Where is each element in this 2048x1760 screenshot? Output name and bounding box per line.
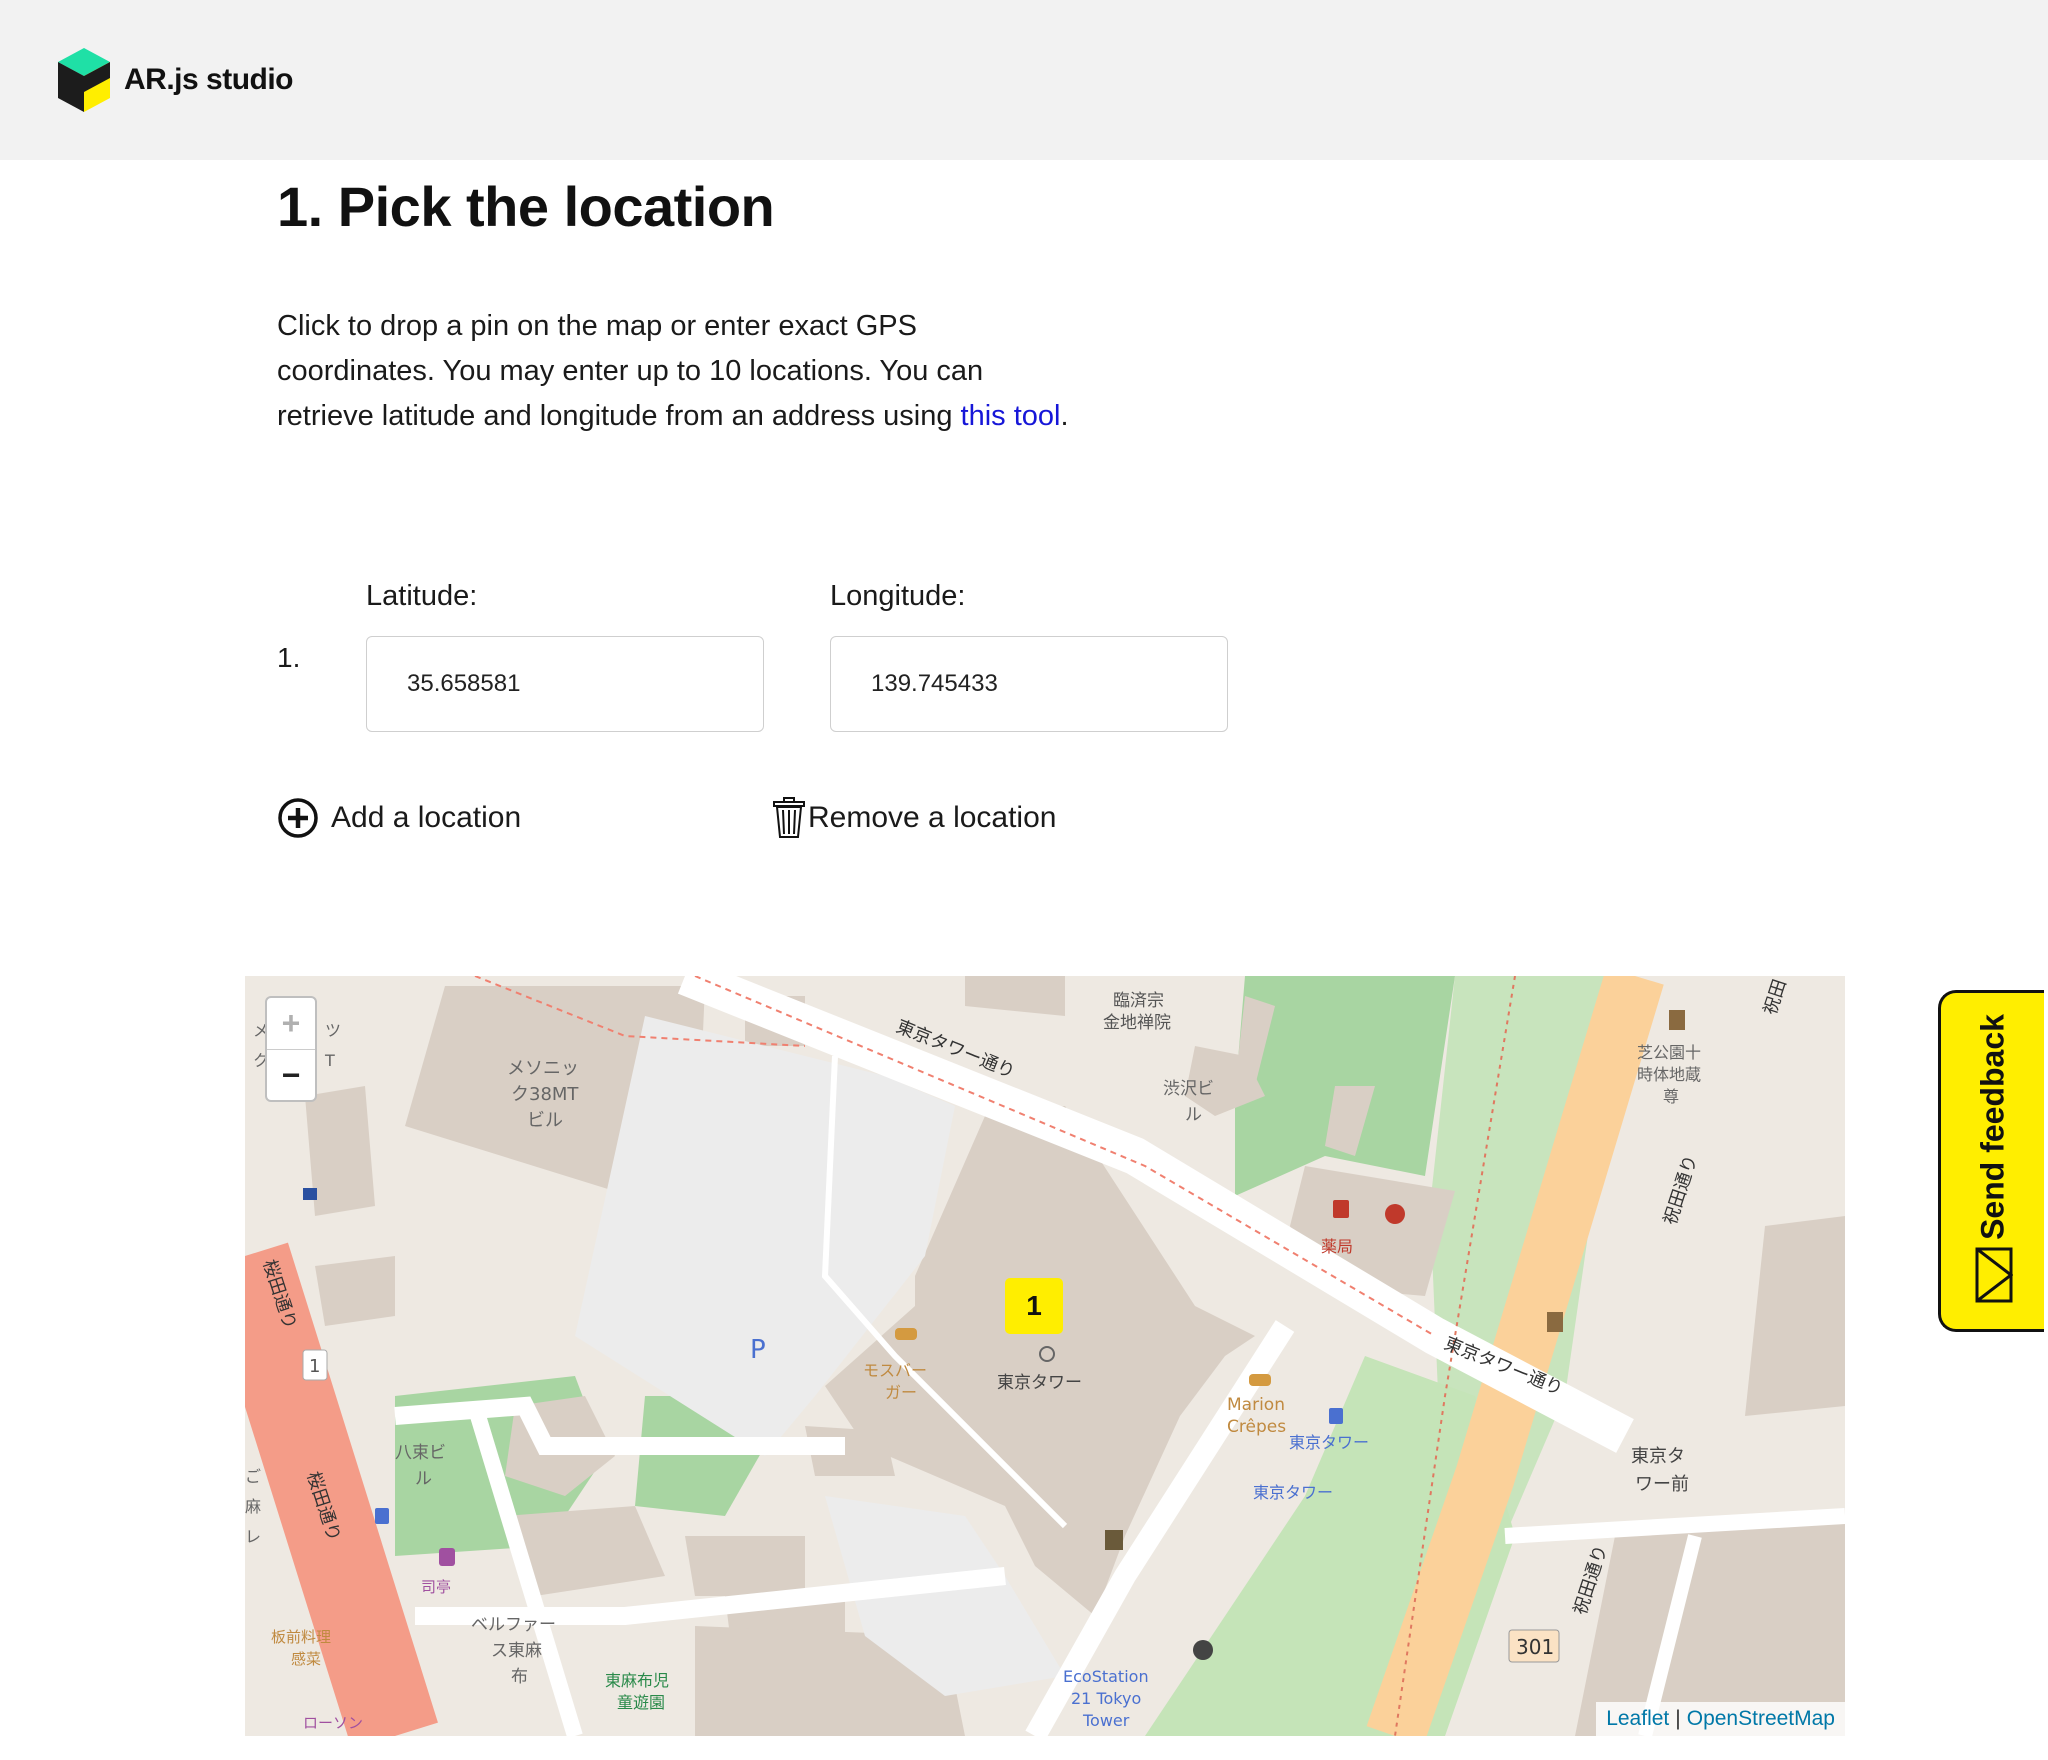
- map-label: 東京タワー: [1253, 1483, 1333, 1502]
- location-marker[interactable]: 1: [1005, 1278, 1063, 1334]
- brand-name[interactable]: AR.js studio: [124, 63, 294, 97]
- latitude-input[interactable]: [366, 636, 764, 732]
- map-label: ガー: [885, 1383, 917, 1402]
- hospital-icon: [1385, 1204, 1405, 1224]
- map-label: 布: [511, 1667, 528, 1687]
- building: [315, 1256, 395, 1326]
- zoom-out-button[interactable]: −: [267, 1050, 315, 1101]
- map-label: EcoStation: [1063, 1667, 1149, 1686]
- pharmacy-icon: [1333, 1200, 1349, 1218]
- map-label: 金地禅院: [1103, 1013, 1171, 1033]
- map-label: 東麻布児: [605, 1671, 669, 1690]
- longitude-label: Longitude:: [830, 580, 966, 612]
- map-tiles: 東京タワー通り 東京タワー通り 臨済宗 金地禅院 渋沢ビ ル メソニッ ク38M…: [245, 976, 1845, 1736]
- map-label: ス東麻: [491, 1641, 542, 1661]
- map-label: 東京タ: [1631, 1446, 1685, 1467]
- map-attribution: Leaflet | OpenStreetMap: [1596, 1702, 1845, 1736]
- location-map[interactable]: 東京タワー通り 東京タワー通り 臨済宗 金地禅院 渋沢ビ ル メソニッ ク38M…: [245, 976, 1845, 1736]
- attribution-separator: |: [1675, 1707, 1681, 1730]
- fastfood-icon: [895, 1328, 917, 1340]
- instructions-end: .: [1060, 400, 1069, 432]
- fastfood-icon: [1249, 1374, 1271, 1386]
- bus-stop-icon: [375, 1508, 389, 1524]
- plus-circle-icon: [278, 798, 318, 838]
- map-label: ク38MT: [511, 1084, 579, 1105]
- instructions-body: Click to drop a pin on the map or enter …: [277, 310, 984, 432]
- zoom-in-button[interactable]: +: [267, 998, 315, 1050]
- map-label: Marion: [1227, 1395, 1285, 1415]
- map-label: 芝公園十: [1637, 1043, 1701, 1062]
- add-location-label: Add a location: [331, 801, 522, 834]
- flag-icon: [303, 1188, 317, 1200]
- instructions-text: Click to drop a pin on the map or enter …: [277, 304, 1077, 439]
- map-label: ベルファー: [471, 1615, 556, 1635]
- map-label: 薬局: [1321, 1237, 1353, 1256]
- send-feedback-button[interactable]: Send feedback: [1938, 990, 2044, 1332]
- map-label: 司亭: [421, 1578, 451, 1596]
- map-label: メソニッ: [507, 1058, 579, 1079]
- envelope-icon: [1975, 1247, 2013, 1303]
- map-label: ローソン: [303, 1714, 363, 1732]
- map-label: ご: [245, 1467, 261, 1486]
- fuel-icon: [1105, 1530, 1123, 1550]
- bus-stop-icon: [1329, 1408, 1343, 1424]
- app-header: AR.js studio: [0, 0, 2048, 160]
- remove-location-label: Remove a location: [808, 801, 1057, 834]
- openstreetmap-link[interactable]: OpenStreetMap: [1687, 1707, 1835, 1731]
- map-label: モスバー: [863, 1361, 927, 1380]
- send-feedback-label: Send feedback: [1974, 1014, 2010, 1241]
- parking-icon: P: [750, 1335, 766, 1365]
- map-label: 板前料理: [271, 1628, 331, 1646]
- map-label: 童遊園: [617, 1693, 665, 1712]
- map-label: 東京タワー: [1289, 1433, 1369, 1452]
- trash-icon: [773, 797, 805, 838]
- map-label: Crêpes: [1227, 1417, 1286, 1437]
- map-label: 麻: [245, 1497, 261, 1516]
- map-label: 八束ビ: [395, 1443, 446, 1463]
- building: [685, 1536, 805, 1596]
- map-label: ビル: [527, 1110, 563, 1131]
- arjs-logo-icon[interactable]: [58, 48, 110, 112]
- map-label: Tower: [1082, 1711, 1130, 1730]
- map-label: 渋沢ビ: [1163, 1079, 1214, 1099]
- longitude-input[interactable]: [830, 636, 1228, 732]
- shop-icon: [439, 1548, 455, 1566]
- map-label: 21 Tokyo: [1071, 1689, 1141, 1708]
- geocoding-tool-link[interactable]: this tool: [961, 400, 1061, 432]
- map-label: 感菜: [291, 1650, 321, 1668]
- page-title: 1. Pick the location: [277, 175, 775, 238]
- location-row-number: 1.: [277, 642, 301, 673]
- map-label: 東京タワー: [997, 1373, 1082, 1393]
- map-label: ワー前: [1635, 1474, 1689, 1495]
- map-label: ル: [1185, 1105, 1202, 1125]
- leaflet-link[interactable]: Leaflet: [1606, 1707, 1669, 1731]
- map-label: レ: [245, 1527, 261, 1546]
- map-label: 臨済宗: [1113, 991, 1164, 1011]
- latitude-label: Latitude:: [366, 580, 478, 612]
- remove-location-button[interactable]: Remove a location: [772, 797, 1056, 839]
- map-label: ル: [415, 1469, 432, 1489]
- route-1-label: 1: [309, 1356, 320, 1377]
- route-301-label: 301: [1516, 1635, 1554, 1659]
- add-location-button[interactable]: Add a location: [277, 797, 521, 839]
- zoom-control: + −: [265, 996, 317, 1102]
- memorial-icon: [1669, 1010, 1685, 1030]
- map-label: 時体地蔵: [1637, 1065, 1701, 1084]
- bicycle-station-icon: [1193, 1640, 1213, 1660]
- map-label: ツ: [325, 1021, 341, 1040]
- map-label: 尊: [1663, 1087, 1679, 1106]
- monument-icon: [1547, 1312, 1563, 1332]
- map-label: T: [324, 1051, 335, 1070]
